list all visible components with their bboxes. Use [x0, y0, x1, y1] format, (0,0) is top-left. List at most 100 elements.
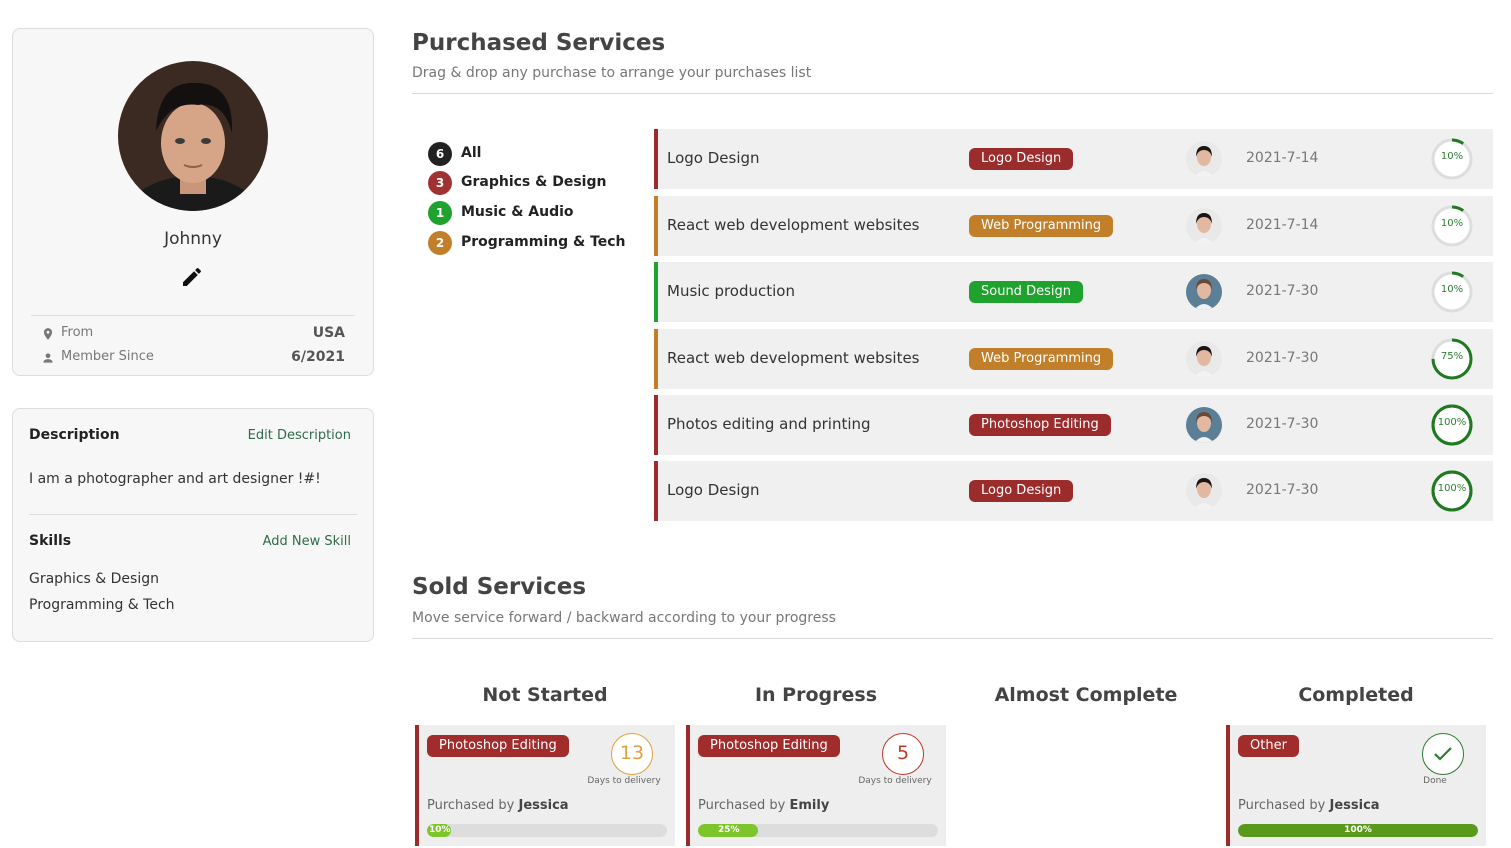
progress-ring: 100% — [1430, 403, 1474, 447]
progress-label: 10% — [1440, 284, 1464, 295]
column-in-progress: In Progress — [754, 684, 878, 706]
info-from: From USA — [41, 325, 345, 345]
column-not-started: Not Started — [482, 684, 608, 706]
delivery-caption: Days to delivery — [858, 776, 932, 786]
filter-label: Graphics & Design — [461, 174, 607, 190]
from-value: USA — [312, 325, 345, 341]
filter-count-badge: 6 — [428, 142, 452, 166]
purchase-date: 2021-7-30 — [1246, 283, 1319, 299]
edit-description-link[interactable]: Edit Description — [248, 428, 351, 443]
purchase-row[interactable]: React web development websites Web Progra… — [654, 196, 1493, 256]
divider — [29, 514, 357, 515]
purchased-by: Purchased by Jessica — [427, 798, 569, 813]
description-card: Description Edit Description I am a phot… — [12, 408, 374, 642]
purchased-subtitle: Drag & drop any purchase to arrange your… — [412, 65, 812, 81]
purchase-date: 2021-7-30 — [1246, 350, 1319, 366]
divider — [31, 315, 355, 316]
purchase-row[interactable]: Logo Design Logo Design 2021-7-30 100% — [654, 461, 1493, 521]
divider — [412, 638, 1493, 639]
column-completed: Completed — [1298, 684, 1414, 706]
purchase-title: Logo Design — [667, 481, 760, 499]
column-almost-complete: Almost Complete — [994, 684, 1178, 706]
category-tag: Logo Design — [969, 480, 1074, 502]
profile-avatar — [118, 61, 268, 211]
purchase-row[interactable]: Logo Design Logo Design 2021-7-14 10% — [654, 129, 1493, 189]
sold-service-card[interactable]: Photoshop Editing 5 Days to delivery Purcha… — [686, 725, 946, 846]
purchase-title: Logo Design — [667, 149, 760, 167]
progress-ring: 10% — [1430, 137, 1474, 181]
progress-label: 100% — [1344, 825, 1372, 835]
category-tag: Web Programming — [969, 348, 1114, 370]
add-skill-link[interactable]: Add New Skill — [263, 534, 351, 549]
skill-item: Graphics & Design — [29, 571, 159, 587]
progress-label: 75% — [1440, 351, 1464, 362]
member-since-label: Member Since — [61, 349, 154, 364]
filter-label: Music & Audio — [461, 204, 574, 220]
description-heading: Description — [29, 427, 120, 443]
seller-avatar[interactable] — [1186, 141, 1222, 177]
progress-label: 10% — [429, 825, 451, 835]
sold-subtitle: Move service forward / backward accordin… — [412, 610, 836, 626]
progress-ring: 10% — [1430, 204, 1474, 248]
delivery-caption: Days to delivery — [587, 776, 661, 786]
purchase-row[interactable]: React web development websites Web Progra… — [654, 329, 1493, 389]
purchase-row[interactable]: Photos editing and printing Photoshop Edi… — [654, 395, 1493, 455]
edit-pencil-icon[interactable] — [180, 265, 204, 289]
purchase-date: 2021-7-14 — [1246, 150, 1319, 166]
description-header: Description Edit Description — [29, 427, 351, 443]
delivery-caption: Done — [1423, 776, 1447, 786]
progress-label: 100% — [1437, 483, 1467, 494]
category-tag: Photoshop Editing — [698, 735, 840, 757]
description-text: I am a photographer and art designer !#! — [29, 471, 321, 487]
days-count: 5 — [882, 733, 924, 775]
category-tag: Photoshop Editing — [427, 735, 569, 757]
category-tag: Other — [1238, 735, 1299, 757]
person-icon — [41, 351, 55, 365]
seller-avatar[interactable] — [1186, 274, 1222, 310]
purchased-by-label: Purchased by — [1238, 798, 1330, 813]
purchase-title: Photos editing and printing — [667, 415, 871, 433]
filter-count-badge: 3 — [428, 171, 452, 195]
purchase-title: React web development websites — [667, 349, 920, 367]
progress-bar: 100% — [1238, 824, 1478, 837]
category-tag: Web Programming — [969, 215, 1114, 237]
category-tag: Sound Design — [969, 281, 1083, 303]
filter-count-badge: 2 — [428, 231, 452, 255]
sold-service-card[interactable]: Photoshop Editing 13 Days to delivery Purch… — [415, 725, 675, 846]
purchased-by-label: Purchased by — [698, 798, 790, 813]
progress-label: 25% — [718, 825, 740, 835]
seller-avatar[interactable] — [1186, 407, 1222, 443]
seller-avatar[interactable] — [1186, 341, 1222, 377]
sold-service-card[interactable]: Other Done Purchased by Jessica 100% — [1226, 725, 1486, 846]
purchase-date: 2021-7-30 — [1246, 416, 1319, 432]
buyer-name: Jessica — [518, 798, 569, 813]
purchase-row[interactable]: Music production Sound Design 2021-7-30 10% — [654, 262, 1493, 322]
sold-title: Sold Services — [412, 574, 587, 600]
member-since-value: 6/2021 — [291, 349, 345, 365]
seller-avatar[interactable] — [1186, 473, 1222, 509]
progress-label: 10% — [1440, 151, 1464, 162]
profile-name: Johnny — [164, 229, 222, 249]
purchase-date: 2021-7-30 — [1246, 482, 1319, 498]
progress-bar: 25% — [698, 824, 938, 837]
progress-ring: 100% — [1430, 469, 1474, 513]
filter-count-badge: 1 — [428, 201, 452, 225]
purchase-title: Music production — [667, 282, 795, 300]
skills-header: Skills Add New Skill — [29, 533, 351, 549]
filter-label: All — [461, 145, 482, 161]
skill-item: Programming & Tech — [29, 597, 175, 613]
purchased-title: Purchased Services — [412, 30, 666, 56]
purchase-date: 2021-7-14 — [1246, 217, 1319, 233]
seller-avatar[interactable] — [1186, 208, 1222, 244]
progress-bar: 10% — [427, 824, 667, 837]
buyer-name: Jessica — [1329, 798, 1380, 813]
checkmark-icon — [1422, 733, 1464, 775]
info-member-since: Member Since 6/2021 — [41, 349, 345, 369]
purchase-title: React web development websites — [667, 216, 920, 234]
progress-ring: 75% — [1430, 337, 1474, 381]
profile-card: Johnny From USA Member Since 6/2021 — [12, 28, 374, 376]
divider — [412, 93, 1493, 94]
from-label: From — [61, 325, 94, 340]
category-tag: Logo Design — [969, 148, 1074, 170]
progress-ring: 10% — [1430, 270, 1474, 314]
